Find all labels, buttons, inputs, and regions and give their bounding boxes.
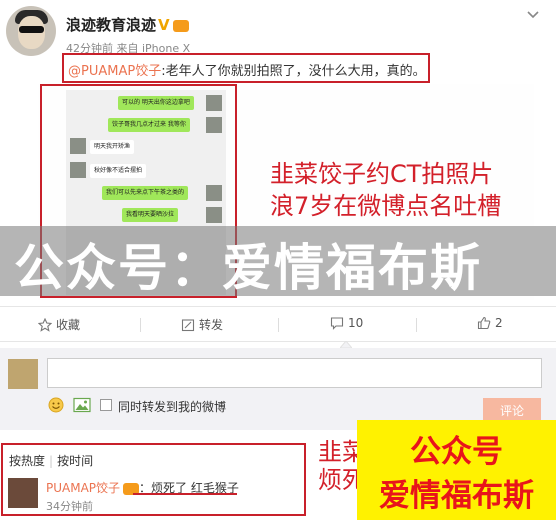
- author-avatar[interactable]: [6, 6, 56, 56]
- chat-bubble: 我看明天要晒沙拉: [122, 208, 179, 222]
- chat-bubble: 可以的 明天出你这边拿吧: [118, 96, 194, 110]
- chat-bubble: 饺子哥我几点才过来 我等你: [108, 118, 190, 132]
- post-body-text: :老年人了你就别拍照了，没什么大用，真的。: [161, 64, 426, 79]
- star-icon: [37, 317, 53, 332]
- comment-pointer: [340, 341, 352, 348]
- chat-avatar: [206, 117, 222, 133]
- promo-banner: 公众号 爱情福布斯: [357, 420, 556, 520]
- commenter-name[interactable]: PUAMAP饺子: [46, 481, 120, 495]
- like-button[interactable]: 2: [477, 316, 503, 330]
- divider: [416, 318, 417, 332]
- chat-bubble: 明天我开矫渔: [90, 140, 135, 154]
- emoji-icon[interactable]: [48, 397, 64, 413]
- chevron-down-icon[interactable]: [526, 8, 540, 22]
- also-repost-checkbox[interactable]: [100, 399, 112, 411]
- comment-sort-tabs: 按热度 | 按时间: [9, 452, 93, 469]
- sort-by-time-tab[interactable]: 按时间: [57, 454, 93, 468]
- image-upload-icon[interactable]: [73, 397, 91, 413]
- my-avatar: [8, 359, 38, 389]
- comment-time: 34分钟前: [46, 500, 93, 513]
- sort-divider: |: [49, 454, 54, 468]
- repost-label: 转发: [199, 318, 224, 332]
- chat-avatar: [206, 95, 222, 111]
- promo-line1: 公众号: [410, 434, 503, 470]
- comment-count: 10: [348, 316, 364, 330]
- member-level-icon: [172, 19, 189, 32]
- author-name[interactable]: 浪迹教育浪迹 V: [66, 14, 189, 35]
- repost-button[interactable]: 转发: [181, 316, 223, 333]
- chat-avatar: [70, 138, 86, 154]
- image-caption-line2: 浪7岁在微博点名吐槽: [270, 192, 502, 220]
- repost-icon: [181, 319, 195, 332]
- sort-by-hot-tab[interactable]: 按热度: [9, 454, 45, 468]
- promo-line2: 爱情福布斯: [379, 478, 534, 514]
- favorite-label: 收藏: [56, 318, 81, 332]
- thumbs-up-icon: [477, 316, 491, 330]
- image-caption-line1: 韭菜饺子约CT拍照片: [270, 160, 494, 188]
- chat-avatar: [70, 162, 86, 178]
- comment-underline-annotation: [133, 493, 237, 495]
- post-action-bar: 收藏 转发 10 2: [0, 306, 556, 342]
- divider: [278, 318, 279, 332]
- comment-button[interactable]: 10: [330, 316, 363, 330]
- favorite-button[interactable]: 收藏: [37, 316, 81, 333]
- chat-avatar: [206, 185, 222, 201]
- author-name-text[interactable]: 浪迹教育浪迹: [66, 16, 156, 34]
- chat-bubble: 我们可以先来点下午茶之类的: [102, 186, 189, 200]
- chat-avatar: [206, 207, 222, 223]
- post-mention-link[interactable]: @PUAMAP饺子: [68, 64, 161, 79]
- watermark-text: 公众号：爱情福布斯: [14, 239, 482, 297]
- comment-icon: [330, 317, 344, 330]
- image-caption: 韭菜饺子约CT拍照片 浪7岁在微博点名吐槽: [270, 158, 501, 222]
- commenter-avatar[interactable]: [8, 478, 38, 508]
- divider: [140, 318, 141, 332]
- also-repost-label[interactable]: 同时转发到我的微博: [118, 398, 226, 415]
- post-text: @PUAMAP饺子:老年人了你就别拍照了，没什么大用，真的。: [68, 60, 426, 79]
- like-count: 2: [495, 316, 503, 330]
- comment-input[interactable]: [47, 358, 542, 388]
- verified-icon: V: [158, 16, 170, 34]
- chat-bubble: 秋好像不适合摆拍: [90, 164, 147, 178]
